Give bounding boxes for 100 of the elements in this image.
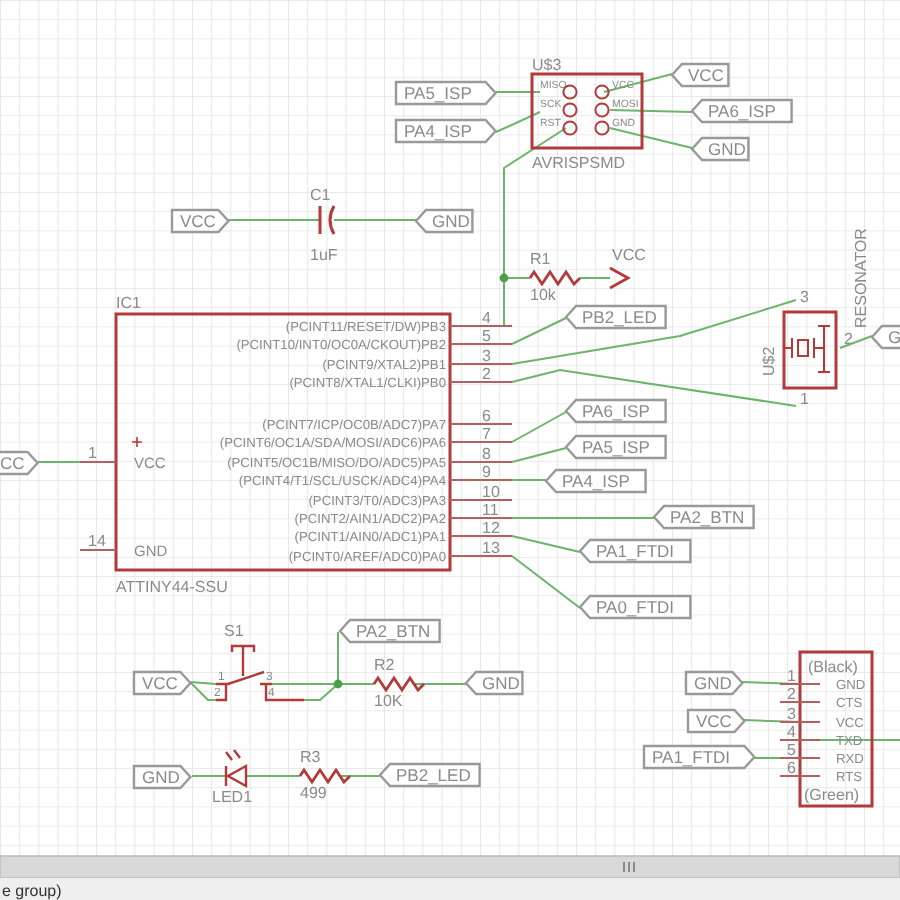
wire [839,335,873,349]
pin-number: 6 [787,759,796,777]
resonator-symbol [782,310,838,390]
wire [511,479,547,481]
pin-line [779,775,821,777]
part-name: U$3 [532,56,562,74]
resistor-symbol [372,675,425,693]
pin-line [449,343,513,345]
pin-number: 13 [482,539,500,557]
part-name: R1 [530,250,551,268]
wire [191,775,227,777]
pin-number: 7 [482,425,491,443]
part-name: LED1 [212,788,253,806]
net-label: VCC [670,62,730,88]
net-label: GND [464,670,524,696]
wire [511,447,567,463]
pin-line [79,549,117,551]
pin-number: 3 [482,347,491,365]
wire [579,277,611,279]
pin-line [449,535,513,537]
pin-line [449,441,513,443]
origin-cross-icon [131,436,143,448]
net-label: PA4_ISP [544,468,647,494]
net-label: PA2_BTN [652,504,755,530]
pin-number: 5 [787,741,796,759]
pin-line [449,381,513,383]
part-name: IC1 [116,294,141,312]
pin-number: 1 [787,667,796,685]
net-label: VCC [686,708,747,734]
part-name: U$2 [760,346,778,376]
net-label: VCC [170,208,231,234]
header-caption: (Green) [804,786,860,804]
net-label: GND [690,136,750,162]
part-value: 10K [374,692,403,710]
pin-line [449,517,513,519]
net-label: GND [132,764,193,790]
power-label: VCC [612,246,646,264]
pin-number: 10 [482,483,500,501]
junction-dot [333,679,343,689]
wire [245,775,301,777]
pin-number: 2 [787,685,796,703]
net-label: GND [684,670,745,696]
pin-number: 8 [482,445,491,463]
pin-number: 2 [482,365,491,383]
capacitor-symbol [318,205,336,235]
pin-number: 4 [787,723,796,741]
resistor-symbol [298,767,351,785]
net-label: PA0_FTDI [578,594,692,620]
grip-icon[interactable] [623,861,635,873]
net-label: PA6_ISP [690,98,793,124]
net-label: PA5_ISP [394,80,498,106]
part-name: S1 [224,622,244,640]
wire [495,91,541,93]
pin-line [779,721,821,723]
pin-number: 1 [88,444,97,462]
pin-line [449,325,513,327]
wire [511,517,655,519]
pin-line [449,555,513,557]
part-value: 499 [300,784,327,802]
wire [333,219,417,221]
pin-line [449,499,513,501]
wire [37,461,81,463]
net-label: PA4_ISP [394,118,498,144]
pin-number: 5 [482,327,491,345]
net-label: VCC [132,670,193,696]
part-value: 10k [530,286,556,304]
part-name: R3 [300,748,321,766]
part-value: AVRISPSMD [532,154,626,172]
wire [511,411,567,443]
pin-number: 4 [482,309,491,327]
part-name: C1 [310,186,331,204]
pin-line [449,479,513,481]
pin-number: 3 [787,705,796,723]
junction-dot [499,273,509,283]
pin-line [779,757,821,759]
wire [227,219,321,221]
pin-number: 6 [482,407,491,425]
pin-line [779,683,821,685]
wire [609,127,693,149]
status-text: e group) [2,882,62,900]
led-symbol [224,748,248,788]
net-label: PA1_FTDI [578,538,692,564]
part-name: R2 [374,656,395,674]
pin-number: 14 [88,532,106,550]
pin-line [449,423,513,425]
net-label: CC [0,450,40,476]
header-caption: (Black) [808,658,858,676]
pushbutton-symbol [214,644,306,702]
wire [609,109,693,113]
part-value: ATTINY44-SSU [116,578,228,596]
wire [413,683,467,685]
pin-line [79,461,117,463]
net-label: PA6_ISP [564,398,667,424]
pin-line [779,739,821,741]
net-label: PB2_LED [564,304,667,330]
resistor-symbol [528,269,581,287]
net-label: PA2_BTN [338,618,441,644]
net-label: GND [414,208,474,234]
net-label: PA5_ISP [564,434,667,460]
pin-line [779,701,821,703]
